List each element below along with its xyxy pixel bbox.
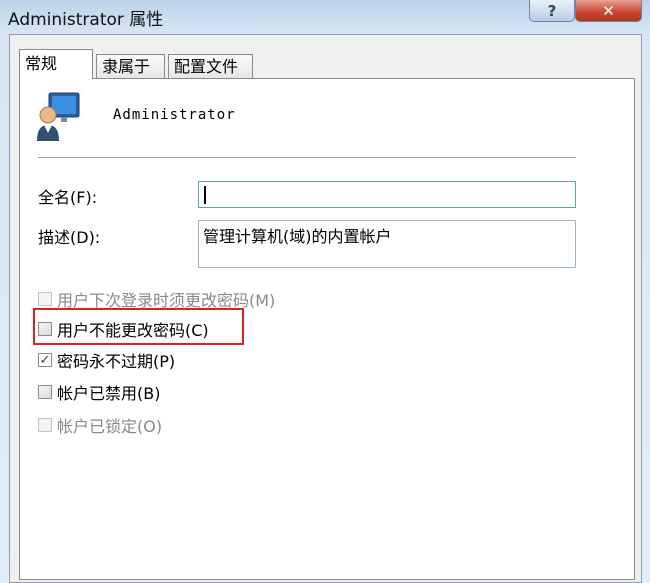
close-button[interactable]: ✕ — [575, 0, 642, 22]
properties-window: Administrator 属性 ? ✕ 常规 隶属于 配置文件 Adminis… — [0, 0, 650, 583]
description-label: 描述(D): — [38, 228, 101, 247]
close-icon: ✕ — [602, 1, 615, 20]
red-highlight-box — [33, 308, 244, 345]
tab-member-of[interactable]: 隶属于 — [96, 54, 165, 78]
checkbox-icon — [38, 418, 52, 432]
full-name-input[interactable] — [198, 181, 576, 208]
full-name-label: 全名(F): — [38, 188, 98, 207]
checkbox-icon — [38, 292, 52, 306]
user-account-icon — [37, 92, 80, 141]
window-title: Administrator 属性 — [8, 10, 164, 30]
divider — [38, 157, 576, 159]
checkbox-account-locked[interactable]: 帐户已锁定(O) — [38, 413, 162, 437]
checkbox-icon — [38, 385, 52, 399]
description-input[interactable]: 管理计算机(域)的内置帐户 — [198, 220, 576, 268]
checkmark-icon: ✓ — [38, 352, 52, 368]
tab-profile[interactable]: 配置文件 — [168, 54, 253, 78]
checkbox-password-never-expires[interactable]: ✓ 密码永不过期(P) — [38, 348, 175, 372]
help-button[interactable]: ? — [529, 0, 575, 22]
help-icon: ? — [547, 1, 557, 20]
account-name: Administrator — [113, 107, 236, 123]
checkbox-label: 帐户已锁定(O) — [57, 417, 163, 436]
text-caret — [204, 186, 206, 204]
checkbox-label: 帐户已禁用(B) — [57, 384, 161, 403]
checkbox-label: 密码永不过期(P) — [57, 352, 176, 371]
tab-general[interactable]: 常规 — [19, 49, 93, 79]
checkbox-account-disabled[interactable]: 帐户已禁用(B) — [38, 380, 160, 404]
dialog-body: 常规 隶属于 配置文件 Administrator 全名(F): 描述(D): … — [9, 34, 642, 583]
title-bar[interactable]: Administrator 属性 ? ✕ — [0, 0, 650, 34]
